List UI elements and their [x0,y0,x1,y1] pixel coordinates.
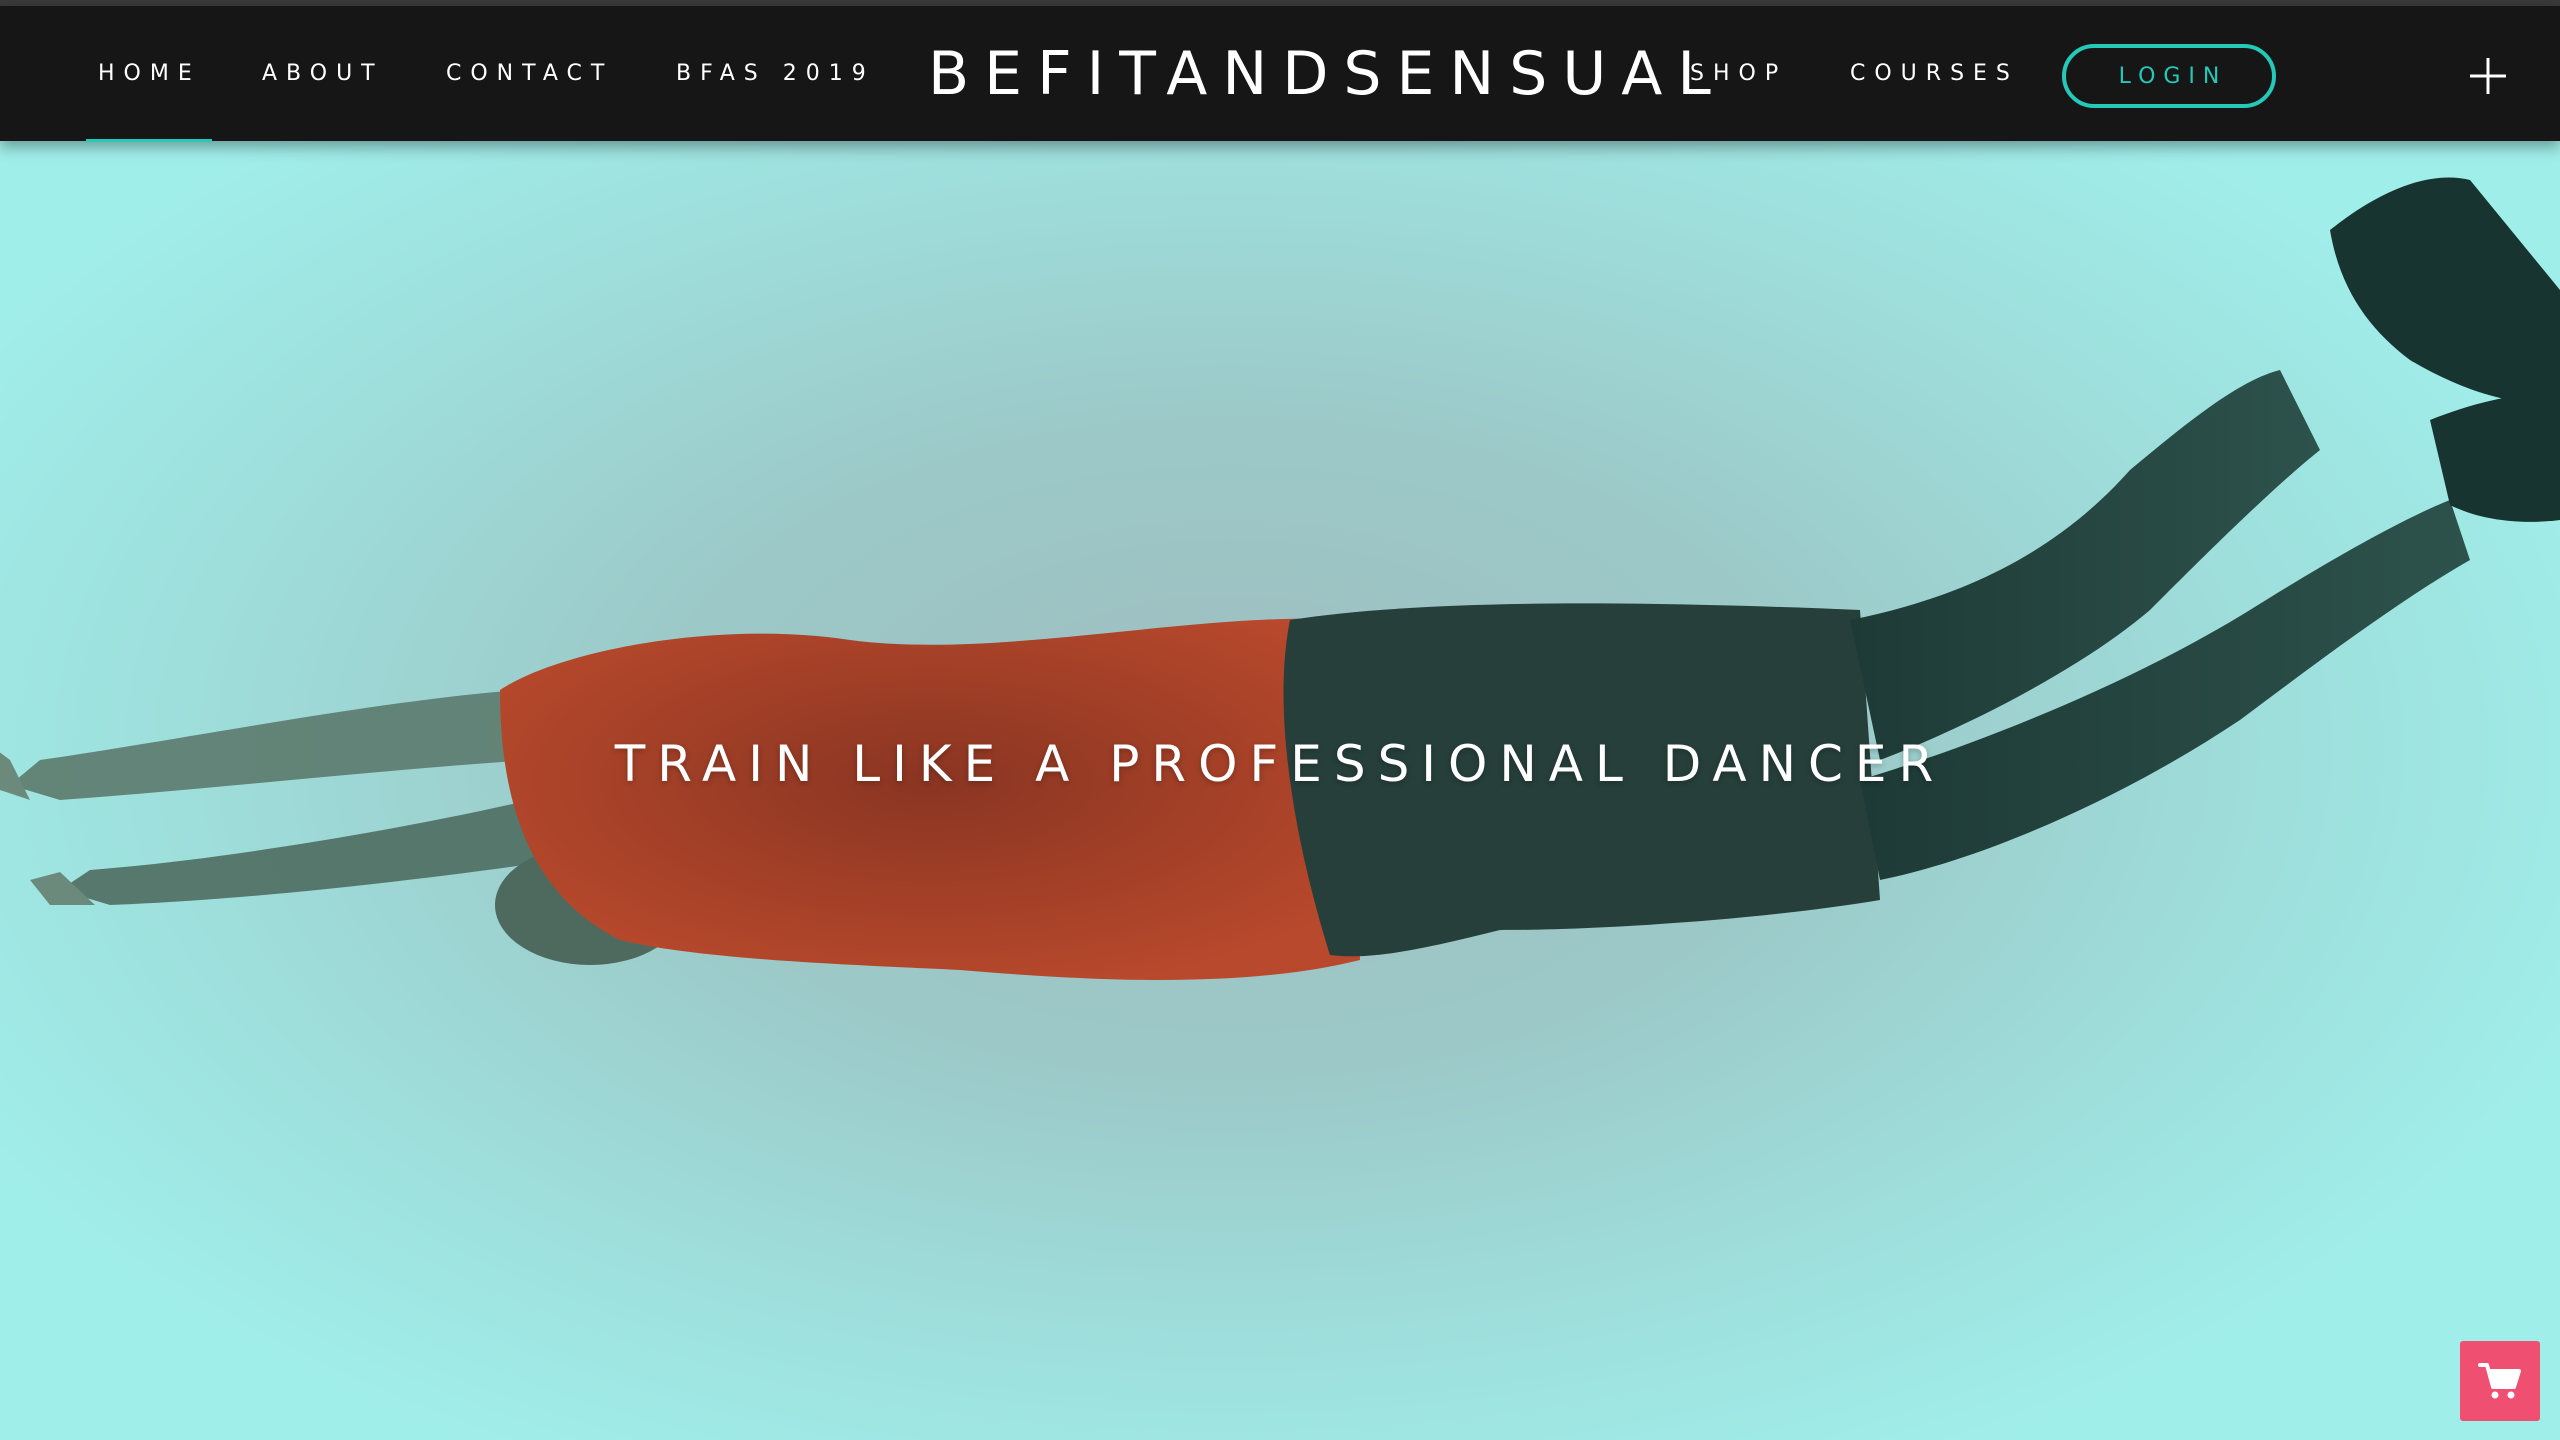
shopping-cart-icon [2478,1363,2521,1399]
nav-bfas-2019[interactable]: BFAS 2019 [676,6,875,141]
hero-dancer-image [0,177,2560,980]
login-button[interactable]: LOGIN [2062,44,2276,108]
nav-contact[interactable]: CONTACT [446,6,613,141]
cart-button[interactable] [2460,1341,2540,1421]
nav-courses[interactable]: COURSES [1850,6,2019,141]
site-header: HOME ABOUT CONTACT BFAS 2019 BEFITANDSEN… [0,6,2560,142]
nav-about[interactable]: ABOUT [262,6,384,141]
nav-shop[interactable]: SHOP [1690,6,1787,141]
hero-tagline: TRAIN LIKE A PROFESSIONAL DANCER [614,735,1946,793]
plus-icon[interactable] [2464,52,2512,100]
nav-home[interactable]: HOME [98,6,201,141]
hero-section [0,0,2560,1440]
active-nav-indicator [86,139,212,142]
site-logo[interactable]: BEFITANDSENSUAL [928,6,1726,141]
